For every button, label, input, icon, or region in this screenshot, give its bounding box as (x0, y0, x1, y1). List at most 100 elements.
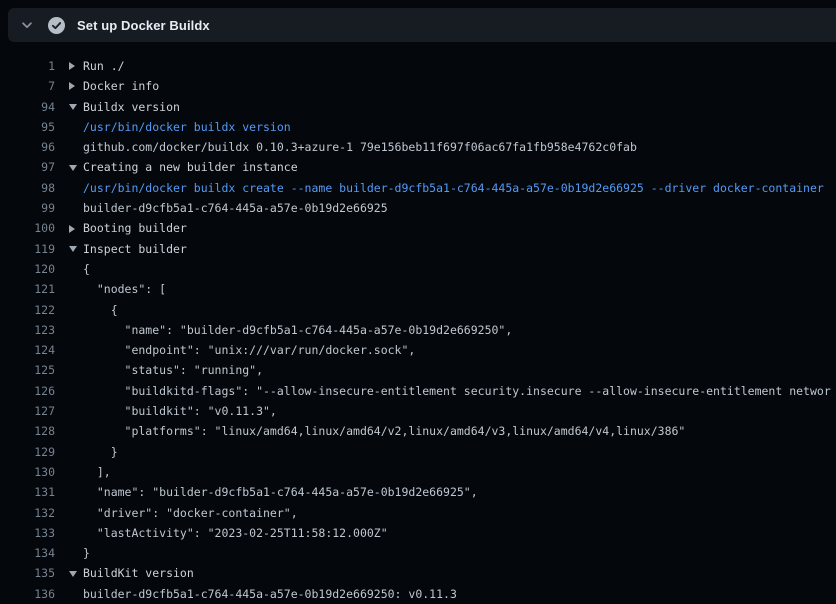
line-number[interactable]: 134 (0, 543, 55, 563)
log-line: 120 { (0, 259, 836, 279)
log-line: 125 "status": "running", (0, 360, 836, 380)
log-line: 128 "platforms": "linux/amd64,linux/amd6… (0, 421, 836, 441)
log-viewer: 1Run ./7Docker info94Buildx version95/us… (0, 42, 836, 604)
log-line: 127 "buildkit": "v0.11.3", (0, 401, 836, 421)
log-line: 122 { (0, 300, 836, 320)
log-line: 132 "driver": "docker-container", (0, 503, 836, 523)
marker-spacer (55, 401, 83, 421)
output-text: github.com/docker/buildx 0.10.3+azure-1 … (83, 137, 836, 157)
log-line: 121 "nodes": [ (0, 279, 836, 299)
line-number[interactable]: 126 (0, 381, 55, 401)
triangle-icon (69, 165, 77, 171)
log-line: 97 Creating a new builder instance (0, 157, 836, 177)
line-number[interactable]: 100 (0, 218, 55, 238)
output-text: ], (83, 462, 836, 482)
log-line: 7 Docker info (0, 76, 836, 96)
triangle-icon (69, 104, 77, 110)
marker-spacer (55, 543, 83, 563)
log-line: 136 builder-d9cfb5a1-c764-445a-a57e-0b19d… (0, 584, 836, 604)
line-number[interactable]: 7 (0, 76, 55, 96)
marker-spacer (55, 259, 83, 279)
output-text: "driver": "docker-container", (83, 503, 836, 523)
marker-spacer (55, 178, 83, 198)
line-number[interactable]: 128 (0, 421, 55, 441)
line-number[interactable]: 124 (0, 340, 55, 360)
line-number[interactable]: 130 (0, 462, 55, 482)
marker-spacer (55, 340, 83, 360)
log-line: 123 "name": "builder-d9cfb5a1-c764-445a-… (0, 320, 836, 340)
line-number[interactable]: 120 (0, 259, 55, 279)
marker-spacer (55, 320, 83, 340)
line-number[interactable]: 121 (0, 279, 55, 299)
log-line: 124 "endpoint": "unix:///var/run/docker.… (0, 340, 836, 360)
line-number[interactable]: 98 (0, 178, 55, 198)
line-number[interactable]: 135 (0, 563, 55, 583)
line-number[interactable]: 119 (0, 239, 55, 259)
log-line: 130 ], (0, 462, 836, 482)
output-text: "endpoint": "unix:///var/run/docker.sock… (83, 340, 836, 360)
step-header[interactable]: Set up Docker Buildx (8, 8, 836, 42)
line-number[interactable]: 132 (0, 503, 55, 523)
group-title[interactable]: Run ./ (83, 56, 836, 76)
marker-spacer (55, 198, 83, 218)
marker-spacer (55, 137, 83, 157)
line-number[interactable]: 125 (0, 360, 55, 380)
log-line: 100 Booting builder (0, 218, 836, 238)
log-line: 96 github.com/docker/buildx 0.10.3+azure-… (0, 137, 836, 157)
output-text: "name": "builder-d9cfb5a1-c764-445a-a57e… (83, 482, 836, 502)
group-title[interactable]: Creating a new builder instance (83, 157, 836, 177)
group-title[interactable]: BuildKit version (83, 563, 836, 583)
marker-spacer (55, 482, 83, 502)
log-line: 129 } (0, 442, 836, 462)
log-line: 98/usr/bin/docker buildx create --name b… (0, 178, 836, 198)
group-expanded-icon[interactable] (55, 239, 83, 259)
line-number[interactable]: 127 (0, 401, 55, 421)
group-collapsed-icon[interactable] (55, 56, 83, 76)
log-line: 135 BuildKit version (0, 563, 836, 583)
triangle-icon (69, 82, 75, 90)
line-number[interactable]: 122 (0, 300, 55, 320)
group-title[interactable]: Inspect builder (83, 239, 836, 259)
log-line: 99 builder-d9cfb5a1-c764-445a-a57e-0b19d2… (0, 198, 836, 218)
line-number[interactable]: 133 (0, 523, 55, 543)
output-text: } (83, 442, 836, 462)
chevron-down-icon[interactable] (19, 17, 35, 33)
group-title[interactable]: Docker info (83, 76, 836, 96)
marker-spacer (55, 300, 83, 320)
output-text: { (83, 259, 836, 279)
output-text: builder-d9cfb5a1-c764-445a-a57e-0b19d2e6… (83, 198, 836, 218)
check-circle-icon (48, 17, 65, 34)
group-title[interactable]: Buildx version (83, 97, 836, 117)
output-text: { (83, 300, 836, 320)
output-text: "nodes": [ (83, 279, 836, 299)
line-number[interactable]: 95 (0, 117, 55, 137)
line-number[interactable]: 136 (0, 584, 55, 604)
log-line: 95/usr/bin/docker buildx version (0, 117, 836, 137)
line-number[interactable]: 131 (0, 482, 55, 502)
line-number[interactable]: 97 (0, 157, 55, 177)
marker-spacer (55, 421, 83, 441)
output-text: "platforms": "linux/amd64,linux/amd64/v2… (83, 421, 836, 441)
command-text: /usr/bin/docker buildx version (83, 117, 836, 137)
group-collapsed-icon[interactable] (55, 218, 83, 238)
group-expanded-icon[interactable] (55, 157, 83, 177)
output-text: "name": "builder-d9cfb5a1-c764-445a-a57e… (83, 320, 836, 340)
log-line: 126 "buildkitd-flags": "--allow-insecure… (0, 381, 836, 401)
command-text: /usr/bin/docker buildx create --name bui… (83, 178, 836, 198)
line-number[interactable]: 94 (0, 97, 55, 117)
line-number[interactable]: 129 (0, 442, 55, 462)
group-collapsed-icon[interactable] (55, 76, 83, 96)
group-expanded-icon[interactable] (55, 97, 83, 117)
line-number[interactable]: 96 (0, 137, 55, 157)
group-expanded-icon[interactable] (55, 563, 83, 583)
line-number[interactable]: 123 (0, 320, 55, 340)
group-title[interactable]: Booting builder (83, 218, 836, 238)
marker-spacer (55, 381, 83, 401)
line-number[interactable]: 1 (0, 56, 55, 76)
output-text: builder-d9cfb5a1-c764-445a-a57e-0b19d2e6… (83, 584, 836, 604)
log-line: 94 Buildx version (0, 97, 836, 117)
output-text: } (83, 543, 836, 563)
triangle-icon (69, 246, 77, 252)
line-number[interactable]: 99 (0, 198, 55, 218)
marker-spacer (55, 442, 83, 462)
